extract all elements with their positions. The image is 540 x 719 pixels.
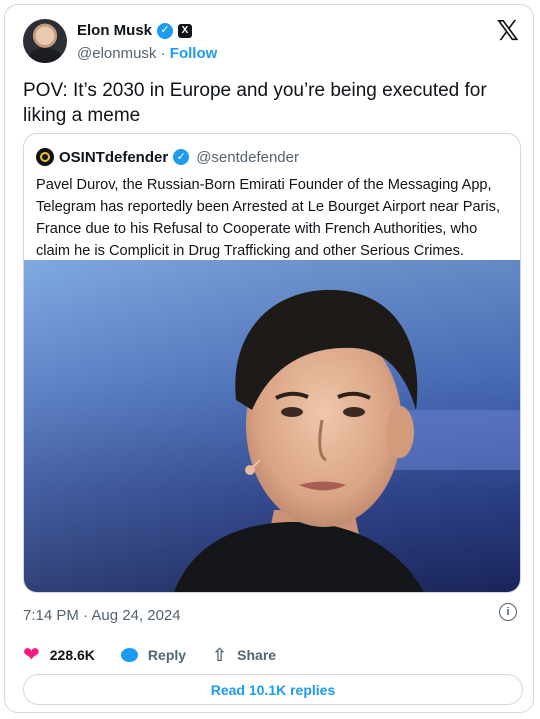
share-icon: ⇧ [212,645,228,665]
quoted-tweet-text: Pavel Durov, the Russian-Born Emirati Fo… [36,177,501,259]
author-handle[interactable]: @elonmusk [77,45,156,62]
quoted-author-avatar [36,148,54,166]
quoted-author-row: OSINTdefender ✓ @sentdefender [36,148,299,166]
author-handle-row: @elonmusk · Follow [77,45,217,62]
share-button[interactable]: ⇧ Share [212,646,276,664]
quoted-author-name: OSINTdefender [59,148,169,166]
x-affiliate-icon: X [178,23,193,38]
quoted-verified-badge-icon: ✓ [173,149,190,165]
tweet-text: POV: It’s 2030 in Europe and you’re bein… [23,80,487,126]
author-name-row: Elon Musk ✓ X [77,22,193,39]
reply-label: Reply [147,647,187,663]
read-replies-button[interactable]: Read 10.1K replies [23,674,523,705]
info-icon[interactable]: i [499,603,517,621]
reply-button[interactable]: Reply [120,647,187,663]
like-count: 228.6K [49,647,95,663]
x-logo-icon[interactable]: 𝕏 [496,17,519,45]
reply-icon [120,648,138,662]
heart-icon: ❤ [23,644,40,666]
author-avatar[interactable] [23,19,67,63]
separator-dot: · [160,45,166,62]
tweet-embed-card: Elon Musk ✓ X @elonmusk · Follow 𝕏 POV: … [4,4,534,713]
quoted-author-handle: @sentdefender [196,148,299,166]
tweet-timestamp[interactable]: 7:14 PM · Aug 24, 2024 [23,607,181,624]
quoted-tweet-photo[interactable] [24,260,520,592]
quoted-tweet[interactable]: OSINTdefender ✓ @sentdefender Pavel Duro… [23,133,521,593]
follow-button[interactable]: Follow [170,45,218,62]
share-label: Share [237,647,277,663]
like-button[interactable]: ❤ 228.6K [23,645,95,665]
author-name[interactable]: Elon Musk [77,22,152,39]
verified-badge-icon: ✓ [157,22,174,39]
portrait-illustration [24,260,520,592]
action-bar: ❤ 228.6K Reply ⇧ Share [23,645,302,665]
